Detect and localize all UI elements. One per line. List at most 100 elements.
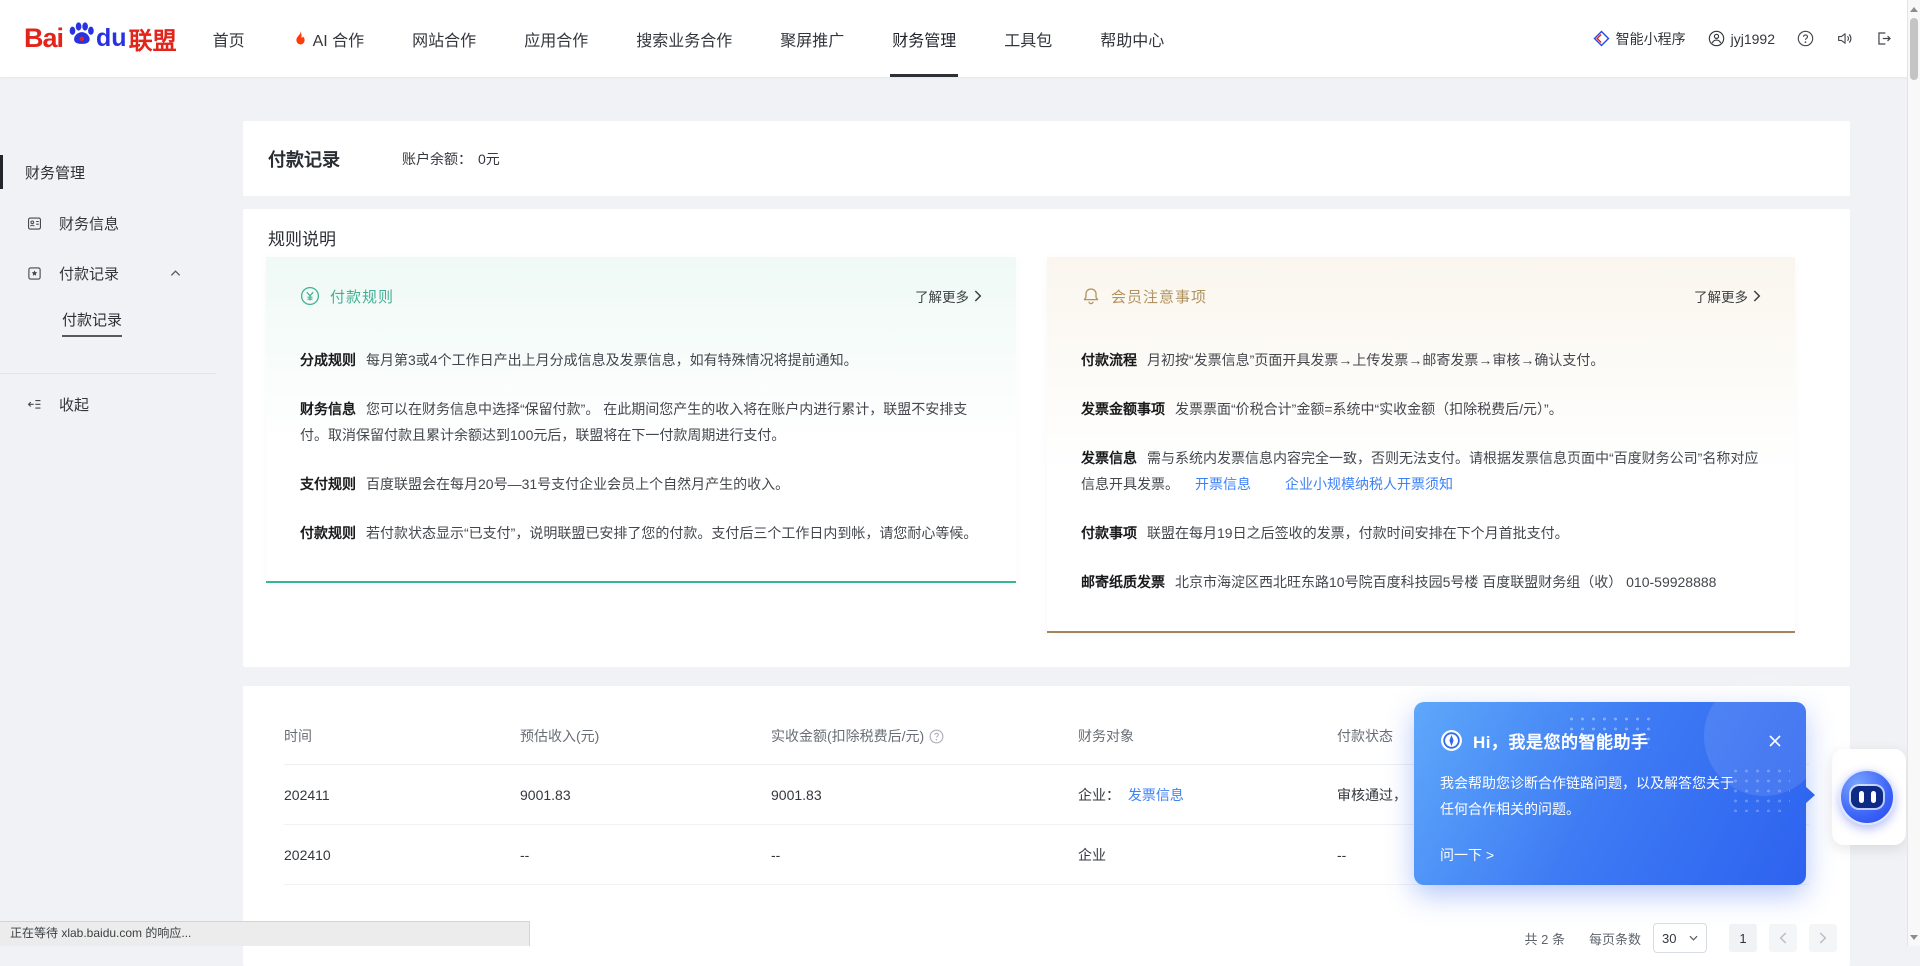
scrollbar-up-arrow[interactable] — [1908, 2, 1920, 16]
assistant-message: 我会帮助您诊断合作链路问题，以及解答您关于任何合作相关的问题。 — [1414, 753, 1764, 822]
rule-paragraph: 财务信息您可以在财务信息中选择“保留付款”。 在此期间您产生的收入将在账户内进行… — [300, 396, 982, 448]
nav-ai-cooperation[interactable]: AI 合作 — [291, 0, 367, 77]
page-title: 付款记录 — [268, 146, 340, 172]
col-finance-object: 财务对象 — [1078, 726, 1337, 746]
col-actual-amount: 实收金额(扣除税费后/元) — [771, 726, 1078, 746]
window-scrollbar[interactable] — [1907, 0, 1920, 946]
payment-record-icon — [26, 265, 43, 282]
member-notice-more-link[interactable]: 了解更多 — [1694, 286, 1761, 306]
scrollbar-down-arrow[interactable] — [1908, 930, 1920, 944]
cell-estimated: 9001.83 — [520, 787, 771, 803]
per-page-label: 每页条数 — [1589, 929, 1641, 948]
ask-now-link[interactable]: 问一下 > — [1440, 845, 1494, 865]
cell-finance-object: 企业 — [1078, 845, 1337, 865]
cell-time: 202410 — [284, 847, 520, 863]
nav-search-cooperation[interactable]: 搜索业务合作 — [634, 0, 734, 77]
main-nav: 首页 AI 合作 网站合作 应用合作 搜索业务合作 聚屏推广 财务管理 工具包 … — [211, 0, 1211, 77]
per-page-select[interactable]: 30 — [1653, 923, 1707, 953]
cell-actual: -- — [771, 847, 1078, 863]
robot-icon — [1851, 786, 1883, 808]
collapse-icon — [26, 396, 43, 413]
nav-finance-management[interactable]: 财务管理 — [890, 0, 958, 77]
rule-paragraph: 发票金额事项发票票面“价税合计”金额=系统中“实收金额（扣除税费后/元）”。 — [1081, 396, 1761, 422]
logo-text-du: du — [96, 24, 127, 53]
logout-icon[interactable] — [1875, 30, 1892, 47]
payment-rules-title: 付款规则 — [330, 286, 394, 307]
account-balance: 账户余额： 0元 — [402, 149, 500, 169]
rule-paragraph: 付款流程月初按“发票信息”页面开具发票→上传发票→邮寄发票→审核→确认支付。 — [1081, 347, 1761, 373]
invoice-info-link[interactable]: 开票信息 — [1195, 476, 1251, 492]
rules-card: 规则说明 付款规则 了解更多 分成规则每月第3或4个工作日产出上月分成信息及发票… — [243, 209, 1850, 667]
balance-value: 0元 — [478, 151, 500, 167]
balance-label: 账户余额： — [402, 151, 472, 167]
sidebar-divider — [0, 373, 216, 374]
next-page-button[interactable] — [1809, 924, 1837, 952]
chevron-right-icon — [974, 290, 982, 302]
payment-rules-more-link[interactable]: 了解更多 — [915, 286, 982, 306]
speaker-icon[interactable] — [1836, 30, 1853, 47]
cell-actual: 9001.83 — [771, 787, 1078, 803]
pagination: 共 2 条 每页条数 30 1 — [1525, 923, 1837, 953]
rule-paragraph: 支付规则百度联盟会在每月20号—31号支付企业会员上个自然月产生的收入。 — [300, 471, 982, 497]
logo-text-bai: Bai — [24, 23, 63, 54]
page-header-card: 付款记录 账户余额： 0元 — [243, 121, 1850, 196]
logo-text-union: 联盟 — [129, 21, 177, 56]
sidebar-subitem-payment-records[interactable]: 付款记录 — [0, 303, 216, 343]
top-navbar: Bai du 联盟 首页 AI 合作 网站合作 应用合作 搜索业务合作 聚屏推广… — [0, 0, 1920, 77]
chevron-right-icon — [1753, 290, 1761, 302]
help-icon[interactable] — [1797, 30, 1814, 47]
assistant-popup: Hi，我是您的智能助手 我会帮助您诊断合作链路问题，以及解答您关于任何合作相关的… — [1414, 702, 1806, 885]
nav-home[interactable]: 首页 — [211, 0, 247, 77]
scrollbar-thumb[interactable] — [1910, 18, 1918, 80]
small-taxpayer-guide-link[interactable]: 企业小规模纳税人开票须知 — [1285, 476, 1453, 492]
rule-paragraph: 邮寄纸质发票北京市海淀区西北旺东路10号院百度科技园5号楼 百度联盟财务组（收）… — [1081, 569, 1761, 595]
cell-time: 202411 — [284, 787, 520, 803]
assistant-title: Hi，我是您的智能助手 — [1473, 728, 1649, 753]
rule-paragraph: 付款事项联盟在每月19日之后签收的发票，付款时间安排在下个月首批支付。 — [1081, 520, 1761, 546]
robot-assistant-button[interactable] — [1839, 769, 1895, 825]
rule-paragraph: 发票信息需与系统内发票信息内容完全一致，否则无法支付。请根据发票信息页面中“百度… — [1081, 445, 1761, 497]
member-notice-box: 会员注意事项 了解更多 付款流程月初按“发票信息”页面开具发票→上传发票→邮寄发… — [1047, 257, 1795, 633]
popup-pointer — [1805, 786, 1815, 804]
nav-website-cooperation[interactable]: 网站合作 — [410, 0, 478, 77]
rules-section-title: 规则说明 — [268, 225, 336, 250]
page-number-button[interactable]: 1 — [1729, 924, 1757, 952]
nav-app-cooperation[interactable]: 应用合作 — [522, 0, 590, 77]
compass-icon — [1440, 729, 1463, 752]
user-account[interactable]: jyj1992 — [1708, 30, 1775, 47]
col-estimated-income: 预估收入(元) — [520, 726, 771, 746]
pagination-total: 共 2 条 — [1525, 929, 1565, 948]
chevron-down-icon — [1689, 935, 1698, 941]
close-icon[interactable] — [1768, 734, 1782, 748]
payment-rules-box: 付款规则 了解更多 分成规则每月第3或4个工作日产出上月分成信息及发票信息，如有… — [266, 257, 1016, 583]
user-icon — [1708, 30, 1725, 47]
sidebar-item-payment-records[interactable]: 付款记录 — [0, 253, 216, 293]
chevron-left-icon — [1779, 932, 1787, 944]
baidu-union-logo[interactable]: Bai du 联盟 — [24, 0, 177, 77]
member-notice-title: 会员注意事项 — [1111, 286, 1207, 307]
sidebar-item-finance-management[interactable]: 财务管理 — [0, 152, 216, 192]
rule-paragraph: 分成规则每月第3或4个工作日产出上月分成信息及发票信息，如有特殊情况将提前通知。 — [300, 347, 982, 373]
rule-paragraph: 付款规则若付款状态显示“已支付”，说明联盟已安排了您的付款。支付后三个工作日内到… — [300, 520, 982, 546]
miniapp-icon — [1593, 30, 1610, 47]
sidebar-collapse-button[interactable]: 收起 — [0, 384, 216, 424]
nav-toolkit[interactable]: 工具包 — [1002, 0, 1054, 77]
finance-info-icon — [26, 215, 43, 232]
payment-rules-icon — [300, 286, 320, 306]
prev-page-button[interactable] — [1769, 924, 1797, 952]
flame-icon — [293, 30, 308, 47]
navbar-right: 智能小程序 jyj1992 — [1593, 0, 1892, 77]
browser-status-bar: 正在等待 xlab.baidu.com 的响应... — [0, 921, 530, 946]
chevron-up-icon — [169, 267, 182, 280]
invoice-info-row-link[interactable]: 发票信息 — [1128, 787, 1184, 803]
cell-estimated: -- — [520, 847, 771, 863]
nav-screen-promotion[interactable]: 聚屏推广 — [778, 0, 846, 77]
status-text: 正在等待 xlab.baidu.com 的响应... — [10, 926, 191, 940]
miniapp-entry[interactable]: 智能小程序 — [1593, 29, 1686, 49]
question-circle-icon[interactable] — [929, 729, 944, 744]
nav-help-center[interactable]: 帮助中心 — [1098, 0, 1166, 77]
member-notice-icon — [1081, 286, 1101, 306]
sidebar-item-finance-info[interactable]: 财务信息 — [0, 203, 216, 243]
baidu-paw-icon — [64, 18, 98, 52]
sidebar: 财务管理 财务信息 付款记录 付款记录 收起 — [0, 77, 216, 946]
